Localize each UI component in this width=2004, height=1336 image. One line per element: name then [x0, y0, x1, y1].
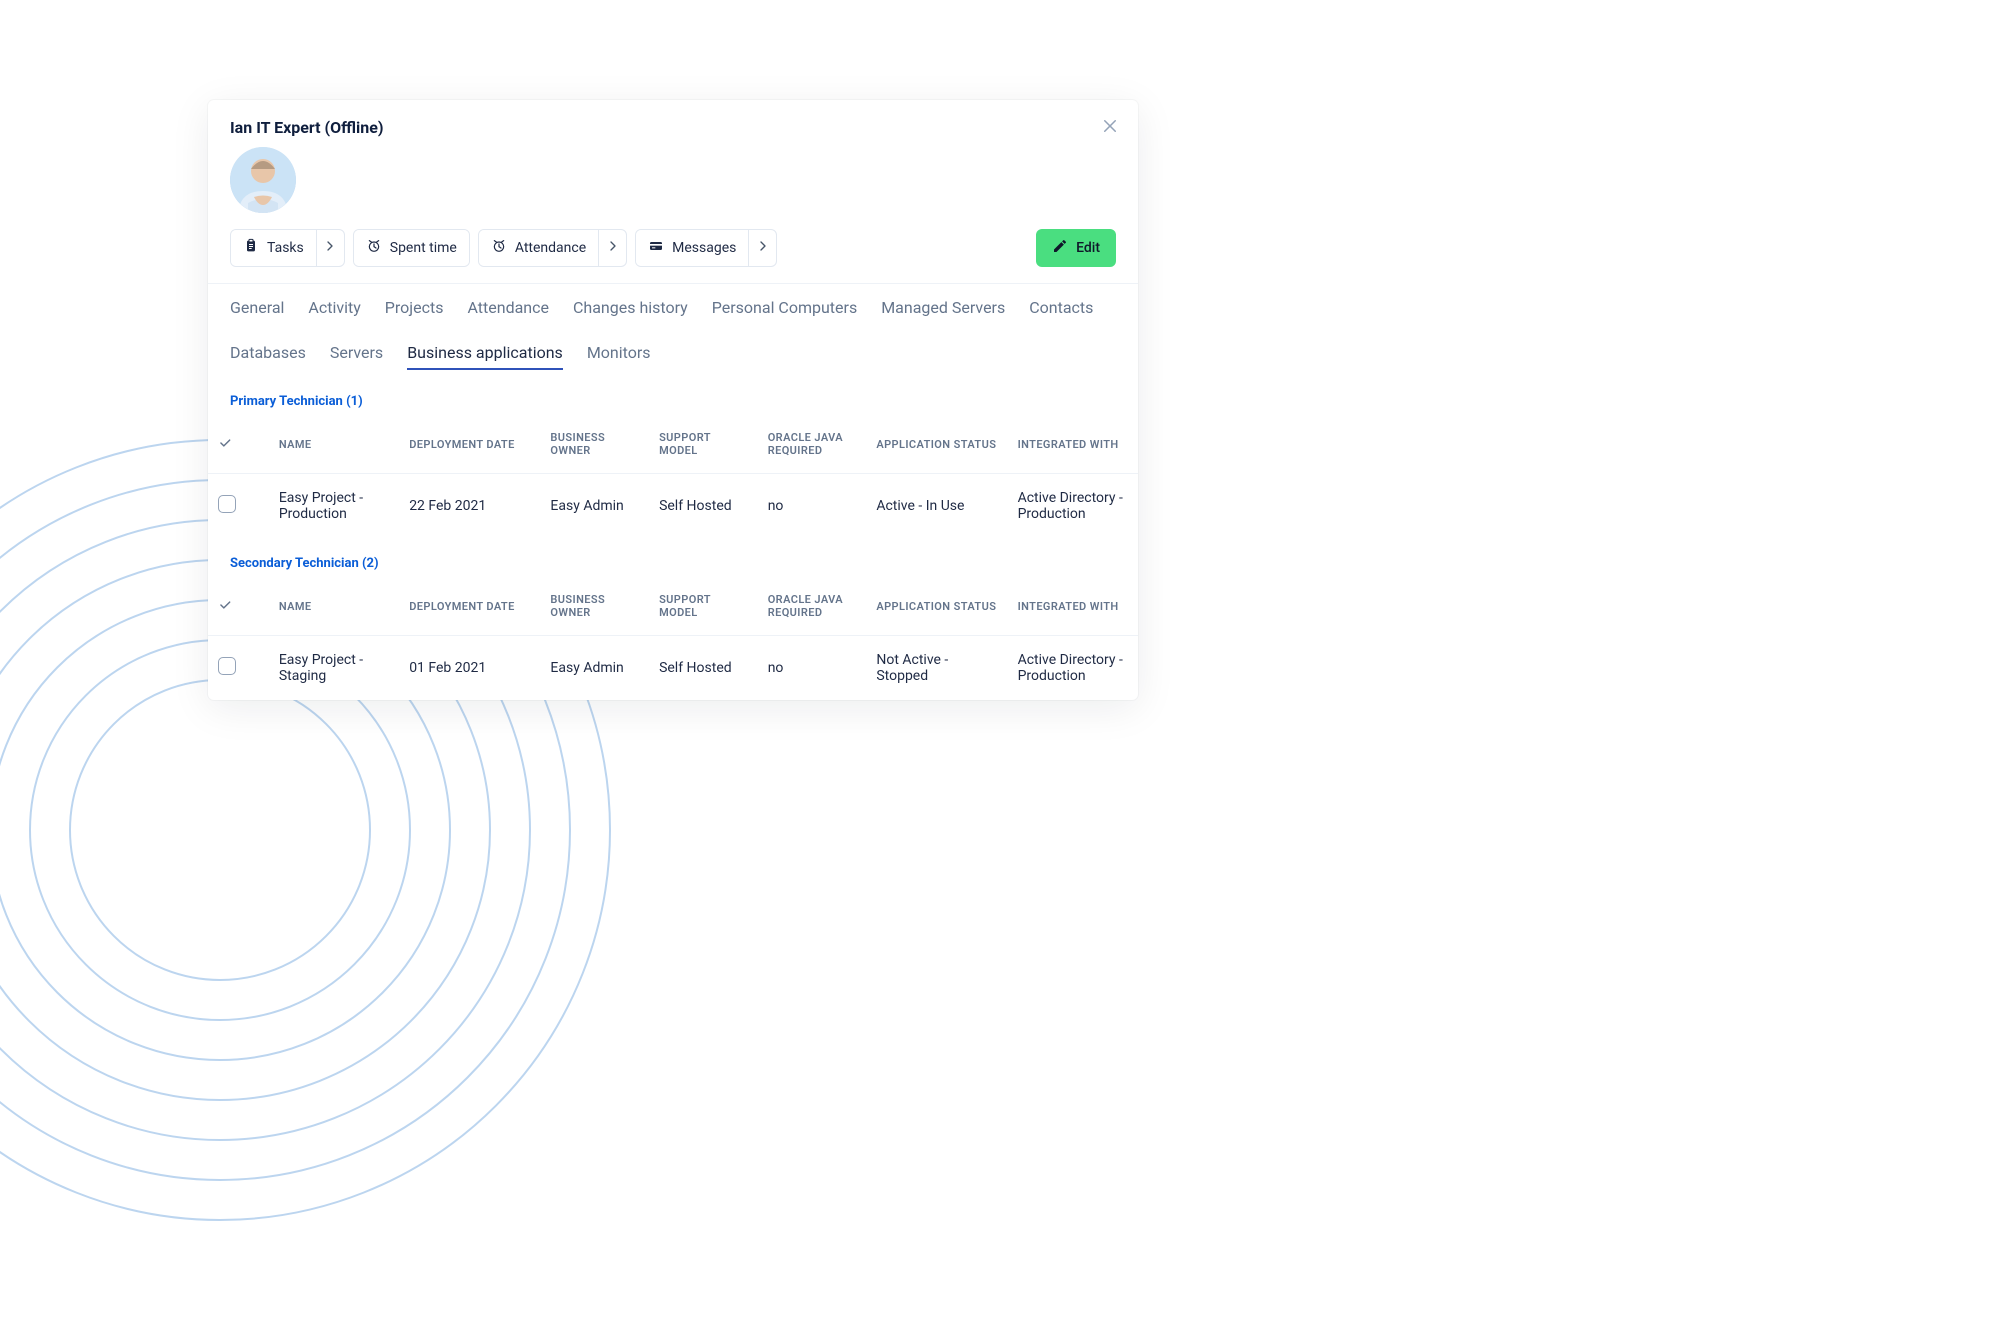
tab-projects[interactable]: Projects: [385, 298, 444, 323]
messages-button-caret[interactable]: [748, 230, 776, 266]
credit-card-icon: [648, 238, 664, 258]
messages-button-main[interactable]: Messages: [636, 230, 748, 266]
table-row: Easy Project - Staging01 Feb 2021Easy Ad…: [208, 636, 1138, 701]
row-checkbox[interactable]: [218, 657, 236, 675]
checkmark-icon: [218, 602, 232, 615]
table-row: Easy Project - Production22 Feb 2021Easy…: [208, 474, 1138, 539]
tab-contacts[interactable]: Contacts: [1029, 298, 1093, 323]
select-all-header[interactable]: [208, 577, 269, 636]
cell-oracle_java_required: no: [758, 636, 867, 701]
tab-personal-computers[interactable]: Personal Computers: [712, 298, 857, 323]
chevron-right-icon: [322, 238, 338, 258]
section-title: Primary Technician (1): [208, 376, 1138, 415]
clock-alarm-icon: [491, 238, 507, 258]
tab-changes-history[interactable]: Changes history: [573, 298, 688, 323]
select-all-header[interactable]: [208, 415, 269, 474]
tasks-button-caret[interactable]: [316, 230, 344, 266]
tab-servers[interactable]: Servers: [330, 343, 383, 368]
cell-deployment_date: 22 Feb 2021: [399, 474, 540, 539]
cell-business_owner: Easy Admin: [540, 474, 649, 539]
spent-time-button-label: Spent time: [390, 240, 457, 256]
close-button[interactable]: [1098, 116, 1122, 140]
avatar: [230, 147, 296, 213]
data-table: NAMEDEPLOYMENT DATEBUSINESS OWNERSUPPORT…: [208, 577, 1138, 700]
attendance-button[interactable]: Attendance: [478, 229, 627, 267]
attendance-button-label: Attendance: [515, 240, 586, 256]
tabs: General Activity Projects Attendance Changes…: [208, 284, 1138, 376]
column-header[interactable]: NAME: [269, 577, 399, 636]
tab-managed-servers[interactable]: Managed Servers: [881, 298, 1005, 323]
checkmark-icon: [218, 440, 232, 453]
section-title: Secondary Technician (2): [208, 538, 1138, 577]
cell-application_status: Not Active - Stopped: [866, 636, 1007, 701]
column-header[interactable]: ORACLE JAVA REQUIRED: [758, 577, 867, 636]
pencil-icon: [1052, 238, 1068, 258]
row-checkbox[interactable]: [218, 495, 236, 513]
close-icon: [1101, 117, 1119, 139]
tab-activity[interactable]: Activity: [308, 298, 360, 323]
data-table: NAMEDEPLOYMENT DATEBUSINESS OWNERSUPPORT…: [208, 415, 1138, 538]
user-detail-panel: Ian IT Expert (Offline): [208, 100, 1138, 700]
attendance-button-caret[interactable]: [598, 230, 626, 266]
clipboard-icon: [243, 238, 259, 258]
cell-integrated_with: Active Directory - Production: [1008, 474, 1138, 539]
column-header[interactable]: SUPPORT MODEL: [649, 577, 758, 636]
tab-general[interactable]: General: [230, 298, 284, 323]
spent-time-button-main[interactable]: Spent time: [354, 230, 469, 266]
cell-deployment_date: 01 Feb 2021: [399, 636, 540, 701]
tasks-button-main[interactable]: Tasks: [231, 230, 316, 266]
column-header[interactable]: INTEGRATED WITH: [1008, 415, 1138, 474]
column-header[interactable]: NAME: [269, 415, 399, 474]
clock-alarm-icon: [366, 238, 382, 258]
cell-support_model: Self Hosted: [649, 474, 758, 539]
attendance-button-main[interactable]: Attendance: [479, 230, 598, 266]
chevron-right-icon: [755, 238, 771, 258]
cell-name: Easy Project - Staging: [269, 636, 399, 701]
column-header[interactable]: APPLICATION STATUS: [866, 577, 1007, 636]
column-header[interactable]: ORACLE JAVA REQUIRED: [758, 415, 867, 474]
cell-application_status: Active - In Use: [866, 474, 1007, 539]
tab-databases[interactable]: Databases: [230, 343, 306, 368]
tab-business-applications[interactable]: Business applications: [407, 343, 563, 368]
column-header[interactable]: DEPLOYMENT DATE: [399, 415, 540, 474]
chevron-right-icon: [605, 238, 621, 258]
cell-business_owner: Easy Admin: [540, 636, 649, 701]
column-header[interactable]: INTEGRATED WITH: [1008, 577, 1138, 636]
tab-attendance[interactable]: Attendance: [467, 298, 549, 323]
column-header[interactable]: APPLICATION STATUS: [866, 415, 1007, 474]
column-header[interactable]: DEPLOYMENT DATE: [399, 577, 540, 636]
cell-oracle_java_required: no: [758, 474, 867, 539]
cell-name: Easy Project - Production: [269, 474, 399, 539]
cell-support_model: Self Hosted: [649, 636, 758, 701]
tasks-button[interactable]: Tasks: [230, 229, 345, 267]
column-header[interactable]: BUSINESS OWNER: [540, 577, 649, 636]
messages-button[interactable]: Messages: [635, 229, 777, 267]
edit-label: Edit: [1076, 240, 1100, 256]
column-header[interactable]: BUSINESS OWNER: [540, 415, 649, 474]
column-header[interactable]: SUPPORT MODEL: [649, 415, 758, 474]
edit-button[interactable]: Edit: [1036, 229, 1116, 267]
tab-monitors[interactable]: Monitors: [587, 343, 651, 368]
cell-integrated_with: Active Directory - Production: [1008, 636, 1138, 701]
messages-button-label: Messages: [672, 240, 736, 256]
spent-time-button[interactable]: Spent time: [353, 229, 470, 267]
panel-title: Ian IT Expert (Offline): [230, 118, 1116, 137]
tasks-button-label: Tasks: [267, 240, 304, 256]
